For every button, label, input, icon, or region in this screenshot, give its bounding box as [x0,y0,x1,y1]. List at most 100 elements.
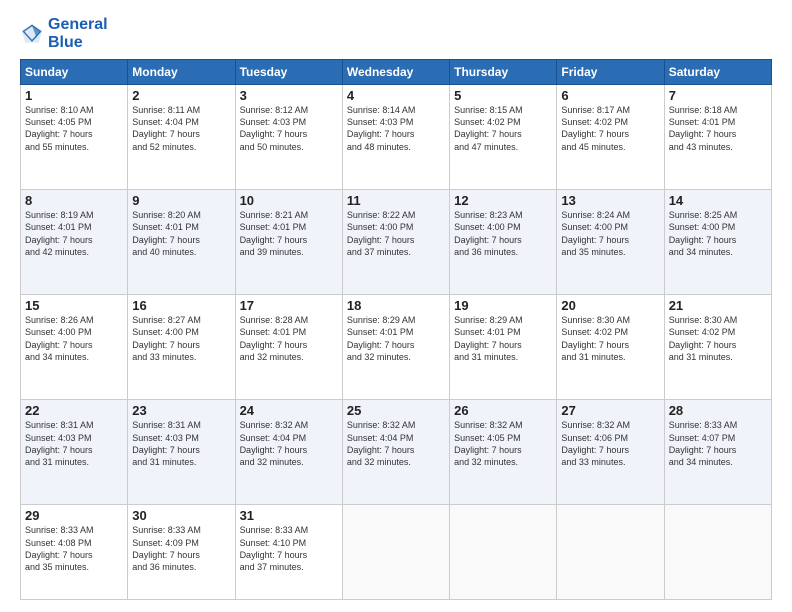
calendar-cell: 25Sunrise: 8:32 AMSunset: 4:04 PMDayligh… [342,400,449,505]
day-number: 23 [132,403,230,418]
day-number: 6 [561,88,659,103]
day-info: Sunrise: 8:19 AMSunset: 4:01 PMDaylight:… [25,209,123,258]
day-info: Sunrise: 8:11 AMSunset: 4:04 PMDaylight:… [132,104,230,153]
day-info: Sunrise: 8:12 AMSunset: 4:03 PMDaylight:… [240,104,338,153]
calendar-cell [557,505,664,600]
day-number: 17 [240,298,338,313]
calendar-cell: 13Sunrise: 8:24 AMSunset: 4:00 PMDayligh… [557,190,664,295]
calendar-cell: 24Sunrise: 8:32 AMSunset: 4:04 PMDayligh… [235,400,342,505]
calendar-cell: 3Sunrise: 8:12 AMSunset: 4:03 PMDaylight… [235,85,342,190]
logo: General Blue [20,16,108,51]
header: General Blue [20,16,772,51]
header-monday: Monday [128,60,235,85]
logo-icon [20,22,44,46]
day-info: Sunrise: 8:31 AMSunset: 4:03 PMDaylight:… [25,419,123,468]
day-number: 27 [561,403,659,418]
day-number: 4 [347,88,445,103]
day-number: 19 [454,298,552,313]
calendar-cell: 6Sunrise: 8:17 AMSunset: 4:02 PMDaylight… [557,85,664,190]
day-info: Sunrise: 8:24 AMSunset: 4:00 PMDaylight:… [561,209,659,258]
day-number: 16 [132,298,230,313]
calendar-cell: 28Sunrise: 8:33 AMSunset: 4:07 PMDayligh… [664,400,771,505]
calendar-cell: 19Sunrise: 8:29 AMSunset: 4:01 PMDayligh… [450,295,557,400]
day-info: Sunrise: 8:29 AMSunset: 4:01 PMDaylight:… [454,314,552,363]
calendar-cell: 30Sunrise: 8:33 AMSunset: 4:09 PMDayligh… [128,505,235,600]
day-number: 1 [25,88,123,103]
calendar-cell: 9Sunrise: 8:20 AMSunset: 4:01 PMDaylight… [128,190,235,295]
calendar-week-3: 15Sunrise: 8:26 AMSunset: 4:00 PMDayligh… [21,295,772,400]
day-info: Sunrise: 8:10 AMSunset: 4:05 PMDaylight:… [25,104,123,153]
calendar-cell: 14Sunrise: 8:25 AMSunset: 4:00 PMDayligh… [664,190,771,295]
header-wednesday: Wednesday [342,60,449,85]
calendar-week-2: 8Sunrise: 8:19 AMSunset: 4:01 PMDaylight… [21,190,772,295]
day-info: Sunrise: 8:32 AMSunset: 4:04 PMDaylight:… [347,419,445,468]
calendar-cell: 29Sunrise: 8:33 AMSunset: 4:08 PMDayligh… [21,505,128,600]
day-info: Sunrise: 8:32 AMSunset: 4:06 PMDaylight:… [561,419,659,468]
day-number: 31 [240,508,338,523]
day-info: Sunrise: 8:30 AMSunset: 4:02 PMDaylight:… [561,314,659,363]
header-saturday: Saturday [664,60,771,85]
day-info: Sunrise: 8:33 AMSunset: 4:10 PMDaylight:… [240,524,338,573]
calendar-cell: 5Sunrise: 8:15 AMSunset: 4:02 PMDaylight… [450,85,557,190]
day-info: Sunrise: 8:33 AMSunset: 4:09 PMDaylight:… [132,524,230,573]
day-info: Sunrise: 8:23 AMSunset: 4:00 PMDaylight:… [454,209,552,258]
day-number: 28 [669,403,767,418]
day-info: Sunrise: 8:33 AMSunset: 4:07 PMDaylight:… [669,419,767,468]
day-number: 3 [240,88,338,103]
calendar-cell: 8Sunrise: 8:19 AMSunset: 4:01 PMDaylight… [21,190,128,295]
calendar-cell: 20Sunrise: 8:30 AMSunset: 4:02 PMDayligh… [557,295,664,400]
day-info: Sunrise: 8:32 AMSunset: 4:04 PMDaylight:… [240,419,338,468]
calendar-cell: 1Sunrise: 8:10 AMSunset: 4:05 PMDaylight… [21,85,128,190]
day-number: 14 [669,193,767,208]
header-tuesday: Tuesday [235,60,342,85]
calendar-cell: 31Sunrise: 8:33 AMSunset: 4:10 PMDayligh… [235,505,342,600]
day-number: 2 [132,88,230,103]
calendar-cell: 22Sunrise: 8:31 AMSunset: 4:03 PMDayligh… [21,400,128,505]
day-info: Sunrise: 8:20 AMSunset: 4:01 PMDaylight:… [132,209,230,258]
calendar-table: SundayMondayTuesdayWednesdayThursdayFrid… [20,59,772,600]
day-number: 12 [454,193,552,208]
day-info: Sunrise: 8:14 AMSunset: 4:03 PMDaylight:… [347,104,445,153]
day-number: 15 [25,298,123,313]
calendar-week-4: 22Sunrise: 8:31 AMSunset: 4:03 PMDayligh… [21,400,772,505]
header-friday: Friday [557,60,664,85]
calendar-cell [450,505,557,600]
page: General Blue SundayMondayTuesdayWednesda… [0,0,792,612]
day-number: 21 [669,298,767,313]
day-info: Sunrise: 8:18 AMSunset: 4:01 PMDaylight:… [669,104,767,153]
calendar-cell: 15Sunrise: 8:26 AMSunset: 4:00 PMDayligh… [21,295,128,400]
calendar-cell: 11Sunrise: 8:22 AMSunset: 4:00 PMDayligh… [342,190,449,295]
day-info: Sunrise: 8:29 AMSunset: 4:01 PMDaylight:… [347,314,445,363]
day-info: Sunrise: 8:21 AMSunset: 4:01 PMDaylight:… [240,209,338,258]
day-number: 10 [240,193,338,208]
calendar-cell: 17Sunrise: 8:28 AMSunset: 4:01 PMDayligh… [235,295,342,400]
calendar-cell: 27Sunrise: 8:32 AMSunset: 4:06 PMDayligh… [557,400,664,505]
day-number: 18 [347,298,445,313]
day-number: 8 [25,193,123,208]
day-info: Sunrise: 8:15 AMSunset: 4:02 PMDaylight:… [454,104,552,153]
calendar-cell: 7Sunrise: 8:18 AMSunset: 4:01 PMDaylight… [664,85,771,190]
day-number: 29 [25,508,123,523]
calendar-cell: 4Sunrise: 8:14 AMSunset: 4:03 PMDaylight… [342,85,449,190]
day-info: Sunrise: 8:27 AMSunset: 4:00 PMDaylight:… [132,314,230,363]
day-info: Sunrise: 8:25 AMSunset: 4:00 PMDaylight:… [669,209,767,258]
day-info: Sunrise: 8:17 AMSunset: 4:02 PMDaylight:… [561,104,659,153]
day-info: Sunrise: 8:22 AMSunset: 4:00 PMDaylight:… [347,209,445,258]
header-thursday: Thursday [450,60,557,85]
day-number: 25 [347,403,445,418]
day-number: 5 [454,88,552,103]
day-info: Sunrise: 8:32 AMSunset: 4:05 PMDaylight:… [454,419,552,468]
day-number: 7 [669,88,767,103]
day-info: Sunrise: 8:30 AMSunset: 4:02 PMDaylight:… [669,314,767,363]
day-number: 30 [132,508,230,523]
calendar-week-1: 1Sunrise: 8:10 AMSunset: 4:05 PMDaylight… [21,85,772,190]
calendar-cell: 16Sunrise: 8:27 AMSunset: 4:00 PMDayligh… [128,295,235,400]
day-number: 22 [25,403,123,418]
logo-text: General Blue [48,16,108,51]
day-info: Sunrise: 8:28 AMSunset: 4:01 PMDaylight:… [240,314,338,363]
calendar-cell [664,505,771,600]
day-number: 13 [561,193,659,208]
calendar-cell: 26Sunrise: 8:32 AMSunset: 4:05 PMDayligh… [450,400,557,505]
calendar-cell: 10Sunrise: 8:21 AMSunset: 4:01 PMDayligh… [235,190,342,295]
header-sunday: Sunday [21,60,128,85]
